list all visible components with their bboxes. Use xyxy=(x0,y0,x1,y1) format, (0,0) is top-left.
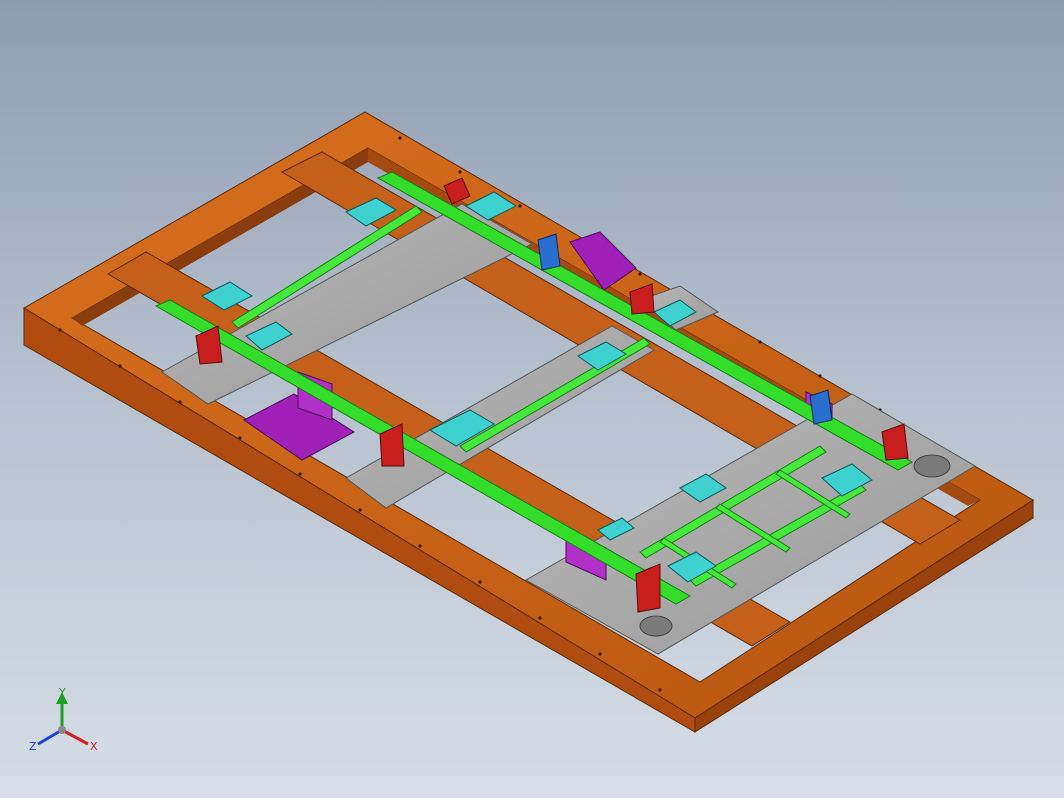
triad-y-label: Y xyxy=(58,686,66,699)
axis-triad: Y X Z xyxy=(29,686,98,753)
triad-z-label: Z xyxy=(29,740,37,753)
plate-hole-2 xyxy=(639,615,673,637)
cad-graphics-viewport[interactable]: Y X Z xyxy=(0,0,1064,798)
plate-hole-1 xyxy=(913,454,951,478)
triad-x-axis xyxy=(61,728,89,746)
assembly-model[interactable]: Y X Z xyxy=(0,0,1064,798)
triad-x-label: X xyxy=(90,740,98,753)
stand-2 xyxy=(809,389,833,425)
triad-z-axis xyxy=(37,728,63,746)
triad-origin xyxy=(58,726,66,734)
stand-1 xyxy=(537,233,561,271)
